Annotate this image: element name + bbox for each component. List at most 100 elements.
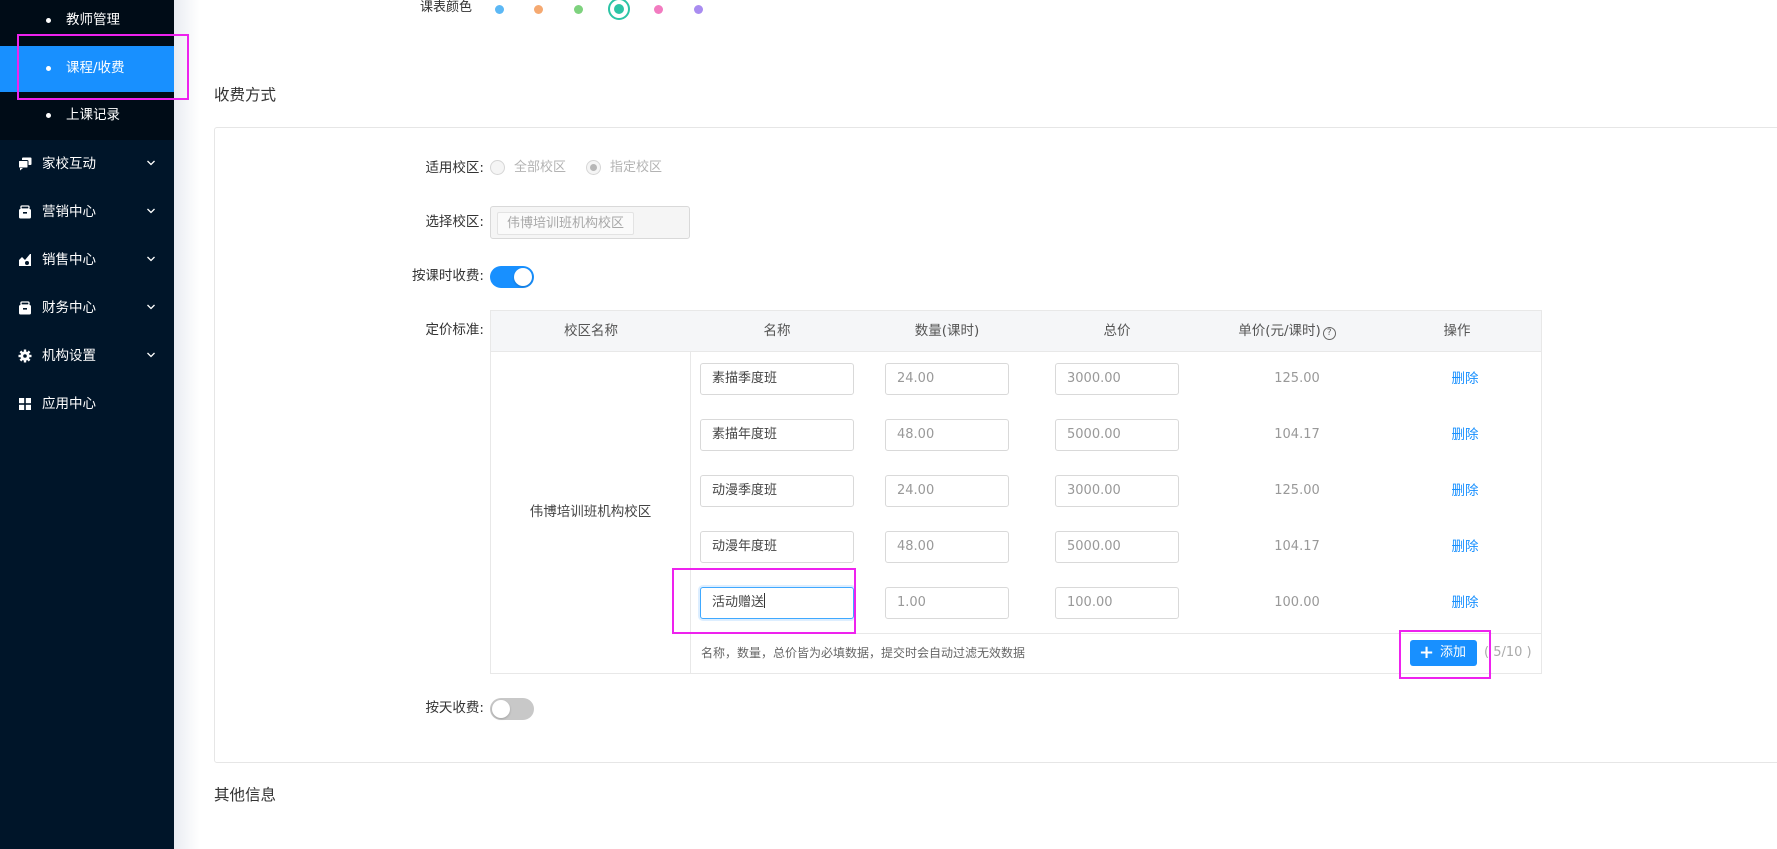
radio-specific-campus-label: 指定校区 <box>610 160 663 175</box>
row-name-input-focused[interactable]: 活动赠送 <box>700 587 854 619</box>
chevron-down-icon <box>147 208 155 214</box>
row-qty-input[interactable]: 24.00 <box>885 475 1009 507</box>
column-divider <box>690 352 691 673</box>
sidebar-item-label: 教师管理 <box>66 12 120 28</box>
header-unit-price: 单价(元/课时)? <box>1202 321 1372 341</box>
color-swatch-green[interactable] <box>574 5 583 14</box>
chevron-down-icon <box>147 256 155 262</box>
chevron-down-icon <box>147 304 155 310</box>
row-total-input[interactable]: 5000.00 <box>1055 531 1179 563</box>
row-name-input[interactable]: 动漫季度班 <box>700 475 854 507</box>
sidebar-item-teacher-management[interactable]: 教师管理 <box>0 0 174 46</box>
row-qty-input[interactable]: 48.00 <box>885 419 1009 451</box>
header-campus: 校区名称 <box>564 323 618 339</box>
row-unit-price: 125.00 <box>1274 483 1320 498</box>
grid-icon <box>19 398 31 410</box>
color-swatch-blue[interactable] <box>495 5 504 14</box>
schedule-color-label: 课表颜色 <box>420 0 473 15</box>
bullet-icon <box>46 18 51 23</box>
chat-icon <box>18 157 32 171</box>
campus-select[interactable]: 伟博培训班机构校区 <box>490 206 690 239</box>
row-name-input[interactable]: 素描季度班 <box>700 363 854 395</box>
bullet-icon <box>46 113 51 118</box>
header-action: 操作 <box>1443 323 1471 339</box>
sidebar-item-label: 财务中心 <box>42 300 96 316</box>
question-icon[interactable]: ? <box>1322 327 1336 340</box>
chevron-down-icon <box>147 352 155 358</box>
row-qty-input[interactable]: 1.00 <box>885 587 1009 619</box>
sidebar-item-marketing[interactable]: 营销中心 <box>0 188 174 236</box>
row-name-text: 活动赠送 <box>712 595 765 610</box>
switch-knob <box>514 268 532 286</box>
header-name: 名称 <box>763 323 791 339</box>
sidebar-item-app-center[interactable]: 应用中心 <box>0 380 174 428</box>
radio-dot <box>590 164 597 171</box>
select-campus-label: 选择校区: <box>425 214 484 230</box>
table-header: 校区名称 名称 数量(课时) 总价 单价(元/课时)? 操作 <box>491 311 1541 352</box>
bullet-icon <box>46 66 51 71</box>
wallet-icon <box>19 301 31 315</box>
sidebar-item-label: 机构设置 <box>42 348 96 364</box>
row-delete-link[interactable]: 删除 <box>1405 369 1525 389</box>
hourly-fee-switch[interactable] <box>490 266 534 288</box>
sidebar-item-label: 上课记录 <box>66 107 120 123</box>
color-swatch-teal-selected[interactable] <box>608 0 630 20</box>
sidebar-item-course-fee[interactable]: 课程/收费 <box>0 46 174 92</box>
chart-icon <box>19 254 31 266</box>
row-name-input[interactable]: 素描年度班 <box>700 419 854 451</box>
required-hint: 名称，数量，总价皆为必填数据，提交时会自动过滤无效数据 <box>701 646 1026 660</box>
sidebar-item-label: 营销中心 <box>42 204 96 220</box>
row-total-input[interactable]: 3000.00 <box>1055 363 1179 395</box>
header-total: 总价 <box>1103 323 1131 339</box>
color-swatch-pink[interactable] <box>654 5 663 14</box>
row-counter: ( 5/10 ) <box>1484 645 1532 660</box>
daily-fee-label: 按天收费: <box>425 700 484 716</box>
row-delete-link[interactable]: 删除 <box>1405 593 1525 613</box>
table-footer-divider <box>690 633 1541 634</box>
selected-dot <box>614 4 624 14</box>
sidebar-item-sales[interactable]: 销售中心 <box>0 236 174 284</box>
sidebar-item-label: 课程/收费 <box>66 60 125 76</box>
header-unit-price-text: 单价(元/课时) <box>1238 323 1321 339</box>
row-unit-price: 104.17 <box>1274 539 1320 554</box>
row-total-input[interactable]: 100.00 <box>1055 587 1179 619</box>
color-swatch-orange[interactable] <box>534 5 543 14</box>
add-row-button[interactable]: + 添加 <box>1410 640 1477 666</box>
chevron-down-icon <box>147 160 155 166</box>
pricing-label: 定价标准: <box>425 322 484 338</box>
sidebar-item-label: 应用中心 <box>42 396 96 412</box>
campus-scope-label: 适用校区: <box>425 160 484 176</box>
sidebar-item-finance[interactable]: 财务中心 <box>0 284 174 332</box>
sidebar-item-class-records[interactable]: 上课记录 <box>0 92 174 140</box>
sidebar-item-org-settings[interactable]: 机构设置 <box>0 332 174 380</box>
content-shadow-strip <box>174 0 200 849</box>
row-delete-link[interactable]: 删除 <box>1405 481 1525 501</box>
row-unit-price: 100.00 <box>1274 595 1320 610</box>
campus-name-cell: 伟博培训班机构校区 <box>529 504 652 520</box>
row-unit-price: 104.17 <box>1274 427 1320 442</box>
row-total-input[interactable]: 5000.00 <box>1055 419 1179 451</box>
row-total-input[interactable]: 3000.00 <box>1055 475 1179 507</box>
row-name-input[interactable]: 动漫年度班 <box>700 531 854 563</box>
sidebar-item-label: 销售中心 <box>42 252 96 268</box>
gear-icon <box>18 349 32 363</box>
radio-all-campus[interactable] <box>490 160 505 175</box>
switch-knob <box>492 700 510 718</box>
sidebar-item-home-school[interactable]: 家校互动 <box>0 140 174 188</box>
gift-icon <box>19 205 31 219</box>
fee-section-title: 收费方式 <box>214 86 277 104</box>
row-delete-link[interactable]: 删除 <box>1405 425 1525 445</box>
header-qty: 数量(课时) <box>914 323 980 339</box>
row-unit-price: 125.00 <box>1274 371 1320 386</box>
row-delete-link[interactable]: 删除 <box>1405 537 1525 557</box>
plus-icon: + <box>1419 642 1435 663</box>
text-caret <box>764 593 766 608</box>
daily-fee-switch[interactable] <box>490 698 534 720</box>
row-qty-input[interactable]: 24.00 <box>885 363 1009 395</box>
row-qty-input[interactable]: 48.00 <box>885 531 1009 563</box>
sidebar-item-label: 家校互动 <box>42 156 96 172</box>
other-info-section-title: 其他信息 <box>214 786 277 804</box>
color-swatch-purple[interactable] <box>694 5 703 14</box>
campus-tag: 伟博培训班机构校区 <box>497 212 635 235</box>
radio-specific-campus[interactable] <box>586 160 601 175</box>
